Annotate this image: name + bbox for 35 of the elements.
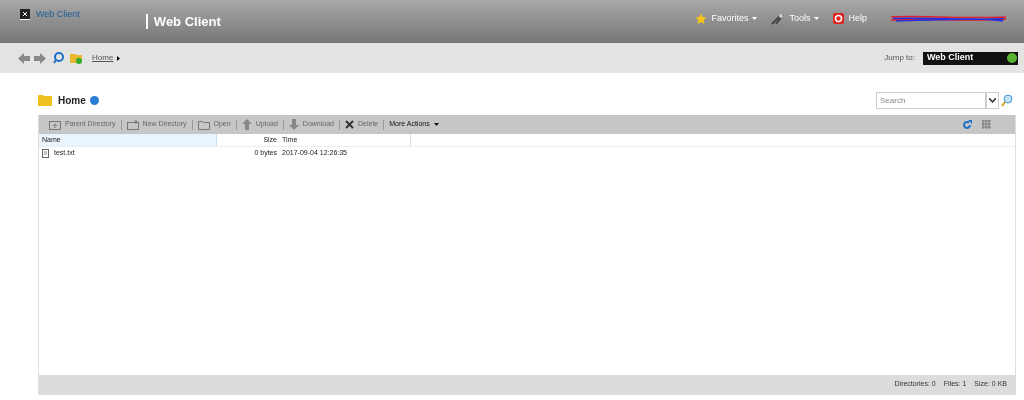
new-folder-icon (126, 119, 139, 130)
caret-icon (814, 17, 820, 21)
forward-arrow-icon[interactable] (34, 52, 46, 64)
menu-button[interactable]: Help (833, 12, 867, 26)
caret-icon (117, 55, 121, 61)
menu-button[interactable]: Tools (771, 12, 820, 26)
jump-label: Jump to: (884, 52, 915, 64)
folder-refresh-icon[interactable] (70, 52, 83, 64)
caret-icon (752, 17, 758, 21)
folder-title: Home (58, 93, 86, 108)
search-field[interactable]: Search (876, 91, 986, 109)
back-arrow-icon[interactable] (18, 52, 30, 64)
refresh-icon[interactable] (962, 119, 972, 130)
jump-dropdown[interactable]: Web Client (923, 51, 1018, 65)
app-title: Web Client (153, 13, 221, 31)
open-folder-icon (197, 119, 210, 130)
logo-text: Web Client (36, 8, 80, 21)
upload-icon (241, 119, 252, 130)
search-icon[interactable] (53, 52, 64, 64)
folder-up-icon (49, 119, 61, 130)
delete-icon (345, 120, 354, 129)
menu-button[interactable]: Favorites (695, 12, 758, 26)
dropdown-button[interactable] (986, 91, 999, 109)
breadcrumb-link[interactable]: Home (92, 52, 114, 64)
chevron-icon (989, 97, 996, 103)
grid-view-icon[interactable] (982, 120, 991, 129)
caret-icon (433, 123, 439, 126)
tools-icon (771, 12, 786, 25)
star-icon (695, 12, 708, 25)
download-icon (288, 119, 299, 130)
file-icon (42, 149, 49, 158)
dropdown-icon (1007, 53, 1017, 63)
folder-icon (38, 94, 52, 106)
logo-icon (20, 9, 30, 21)
help-icon (833, 13, 845, 25)
